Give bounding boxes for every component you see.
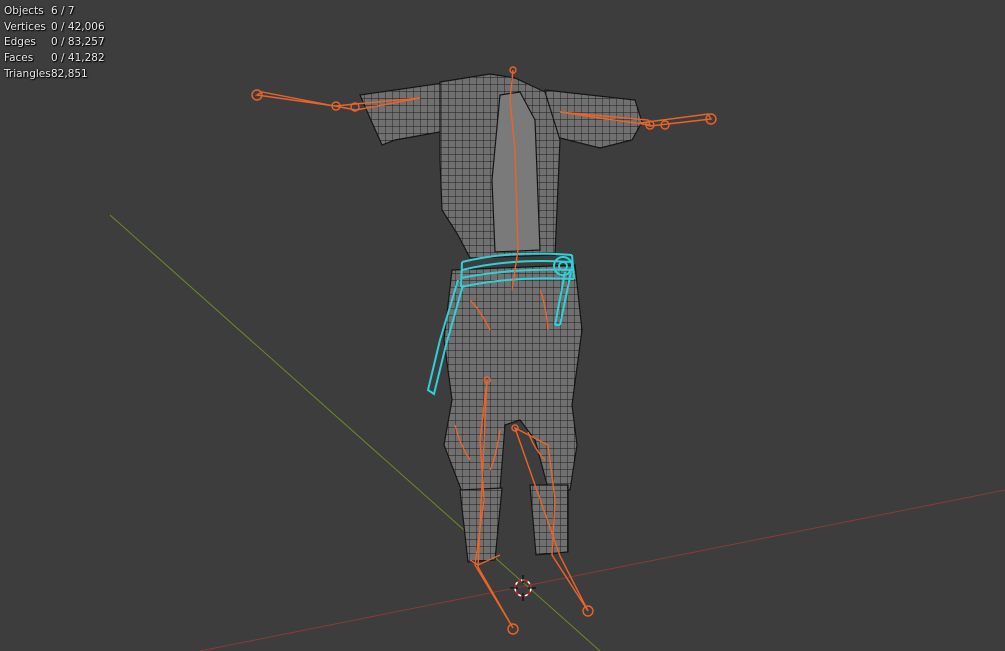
stat-row-objects: Objects 6 / 7	[4, 4, 105, 20]
3d-cursor-icon[interactable]	[510, 575, 536, 601]
stat-value: 0 / 42,006	[51, 20, 105, 33]
stat-row-vertices: Vertices 0 / 42,006	[4, 20, 105, 36]
stat-value: 82,851	[51, 67, 88, 80]
stat-row-edges: Edges 0 / 83,257	[4, 35, 105, 51]
garment-mesh[interactable]	[359, 73, 643, 563]
pants	[443, 264, 583, 493]
stat-value: 0 / 83,257	[51, 36, 105, 49]
stat-row-faces: Faces 0 / 41,282	[4, 51, 105, 67]
stat-value: 6 / 7	[51, 5, 75, 17]
right-leg-wrap	[529, 484, 569, 556]
stat-row-triangles: Triangles 82,851	[4, 67, 105, 83]
stat-label: Objects	[4, 5, 44, 17]
stat-label: Faces	[4, 52, 34, 65]
bone-arm-right	[639, 113, 713, 127]
x-axis-line	[199, 489, 1005, 651]
stat-label: Vertices	[4, 20, 46, 33]
stat-value: 0 / 41,282	[51, 52, 105, 65]
stat-label: Edges	[4, 36, 36, 49]
viewport-statistics-overlay: Objects 6 / 7 Vertices 0 / 42,006 Edges …	[4, 4, 105, 83]
stat-label: Triangles	[4, 67, 51, 80]
scene-canvas[interactable]	[0, 0, 1005, 651]
3d-viewport[interactable]: Objects 6 / 7 Vertices 0 / 42,006 Edges …	[0, 0, 1005, 651]
